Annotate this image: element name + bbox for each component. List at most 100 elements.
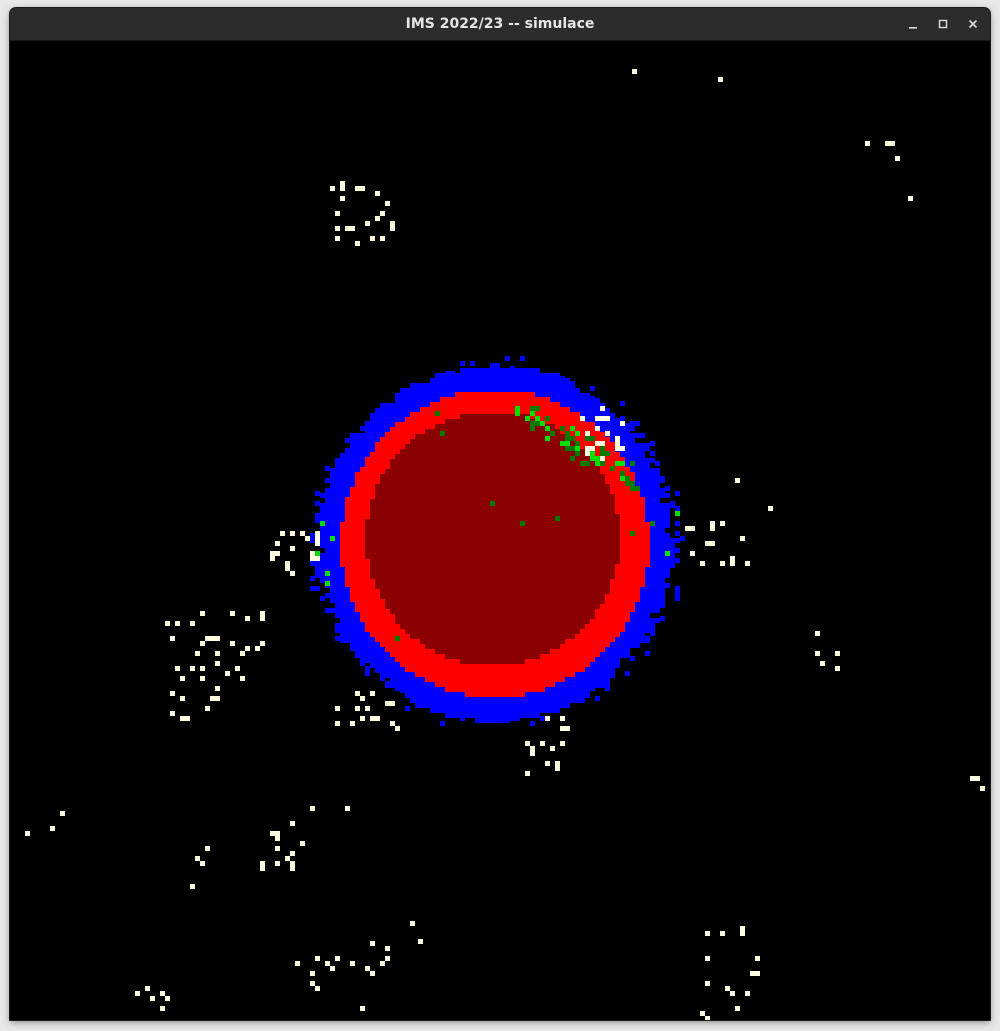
outer-zone-cell — [560, 376, 565, 381]
green-cell — [565, 446, 570, 451]
outer-zone-cell — [435, 376, 440, 381]
particle — [835, 651, 840, 656]
green-cell — [515, 406, 520, 411]
outer-zone-cell — [650, 451, 655, 456]
particle — [685, 526, 690, 531]
particle — [390, 221, 395, 226]
outer-zone-cell — [605, 686, 610, 691]
core-row — [365, 529, 620, 534]
particle — [525, 771, 530, 776]
outer-zone-cell — [665, 556, 670, 561]
close-button[interactable] — [962, 14, 984, 34]
green-cell — [590, 456, 595, 461]
particle — [590, 446, 595, 451]
particle — [335, 956, 340, 961]
particle — [315, 986, 320, 991]
particle — [730, 556, 735, 561]
particle — [725, 986, 730, 991]
core-row — [385, 599, 605, 604]
outer-zone-cell — [675, 586, 680, 591]
outer-zone-cell — [440, 721, 445, 726]
green-cell — [320, 521, 325, 526]
simulation-canvas[interactable] — [10, 41, 990, 1020]
outer-zone-cell — [460, 361, 465, 366]
particle — [690, 526, 695, 531]
outer-zone-cell — [630, 426, 635, 431]
green-cell — [535, 421, 540, 426]
particle — [215, 661, 220, 666]
outer-zone-cell — [630, 656, 635, 661]
particle — [550, 746, 555, 751]
core-row — [365, 539, 620, 544]
outer-zone-row — [490, 363, 500, 368]
particle — [205, 846, 210, 851]
outer-zone-cell — [310, 561, 315, 566]
particle — [605, 416, 610, 421]
outer-zone-cell — [675, 531, 680, 536]
particle — [330, 186, 335, 191]
particle — [290, 531, 295, 536]
maximize-icon — [938, 19, 948, 29]
particle — [620, 421, 625, 426]
particle — [260, 641, 265, 646]
outer-zone-cell — [325, 501, 330, 506]
particle — [750, 971, 755, 976]
window-title: IMS 2022/23 -- simulace — [405, 16, 595, 32]
core-row — [375, 579, 610, 584]
outer-zone-cell — [590, 396, 595, 401]
particle — [740, 931, 745, 936]
outer-zone-cell — [660, 616, 665, 621]
particle — [200, 861, 205, 866]
green-cell — [490, 501, 495, 506]
particle — [135, 991, 140, 996]
particle — [270, 831, 275, 836]
particle — [275, 551, 280, 556]
outer-zone-cell — [645, 446, 650, 451]
title-bar[interactable]: IMS 2022/23 -- simulace — [10, 8, 990, 41]
particle — [165, 621, 170, 626]
core-row — [420, 639, 565, 644]
green-cell — [530, 411, 535, 416]
simulation-grid — [10, 41, 990, 1020]
particle — [375, 716, 380, 721]
outer-zone-cell — [375, 661, 380, 666]
green-cell — [520, 521, 525, 526]
particle — [300, 841, 305, 846]
particle — [290, 546, 295, 551]
green-cell — [395, 636, 400, 641]
particle — [835, 666, 840, 671]
outer-zone-cell — [620, 401, 625, 406]
particle — [335, 721, 340, 726]
outer-zone-cell — [590, 686, 595, 691]
inner-ring-row — [405, 667, 585, 672]
particle — [310, 556, 315, 561]
particle — [865, 141, 870, 146]
particle — [200, 611, 205, 616]
green-cell — [330, 536, 335, 541]
outer-zone-cell — [545, 706, 550, 711]
particle — [615, 441, 620, 446]
green-cell — [555, 516, 560, 521]
green-cell — [575, 431, 580, 436]
outer-zone-cell — [595, 696, 600, 701]
outer-zone-cell — [515, 716, 520, 721]
particle — [560, 716, 565, 721]
core-row — [365, 544, 620, 549]
outer-zone-cell — [470, 361, 475, 366]
particle — [355, 691, 360, 696]
particle — [275, 831, 280, 836]
minimize-button[interactable] — [902, 14, 924, 34]
green-cell — [550, 431, 555, 436]
green-cell — [625, 481, 630, 486]
maximize-button[interactable] — [932, 14, 954, 34]
outer-zone-cell — [530, 721, 535, 726]
particle — [285, 856, 290, 861]
particle — [555, 761, 560, 766]
particle — [350, 226, 355, 231]
green-cell — [570, 426, 575, 431]
outer-zone-cell — [460, 716, 465, 721]
outer-zone-cell — [325, 466, 330, 471]
particle — [350, 961, 355, 966]
particle — [260, 861, 265, 866]
green-cell — [565, 436, 570, 441]
